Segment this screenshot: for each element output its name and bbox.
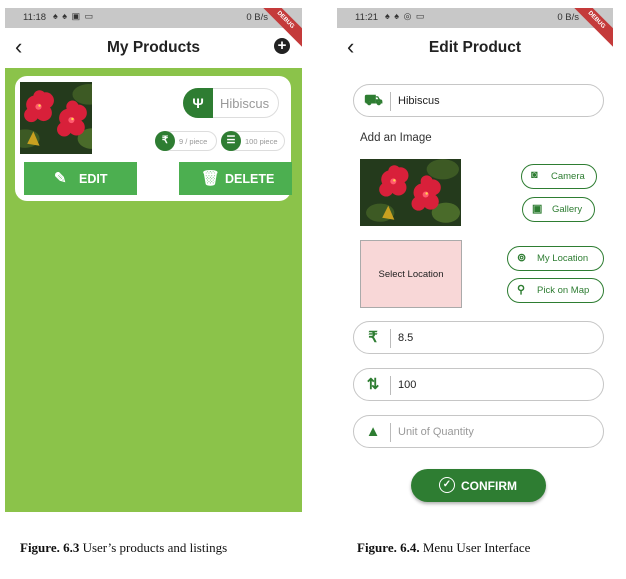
- pick-on-map-label: Pick on Map: [537, 285, 590, 296]
- app-bar: ‹ Edit Product: [337, 28, 613, 68]
- pick-on-map-button[interactable]: ⚲ Pick on Map: [507, 278, 604, 303]
- edit-button[interactable]: ✎ EDIT: [24, 162, 137, 195]
- map-pin-icon: ⚲: [517, 284, 526, 296]
- status-time: 11:21: [355, 12, 379, 23]
- price-field[interactable]: ₹: [353, 321, 604, 354]
- camera-label: Camera: [551, 171, 585, 182]
- status-bar: 11:21 ♠ ♠ ◎ ▭ 0 B/s DEBUG: [337, 8, 613, 50]
- image-preview: [360, 159, 461, 226]
- gallery-button[interactable]: ▣ Gallery: [522, 197, 595, 222]
- unit-field[interactable]: ▲: [353, 415, 604, 448]
- quantity-field[interactable]: ⇅: [353, 368, 604, 401]
- bed-icon: ⛟: [364, 92, 383, 109]
- unit-input[interactable]: [398, 426, 588, 438]
- product-card[interactable]: Ψ Hibiscus ₹ 9 / piece ☰ 100 piece ✎ EDI…: [15, 76, 292, 201]
- product-name: Hibiscus: [220, 96, 270, 111]
- rupee-icon: ₹: [155, 131, 175, 151]
- trash-icon: 🗑: [201, 170, 221, 187]
- camera-button[interactable]: ◙ Camera: [521, 164, 597, 189]
- edit-icon: ✎: [54, 170, 67, 187]
- caption-text: Menu User Interface: [419, 540, 531, 555]
- caption-label: Figure. 6.4.: [357, 540, 420, 555]
- restaurant-icon: Ψ: [183, 88, 213, 118]
- sort-icon: ⇅: [366, 376, 380, 393]
- product-name-chip: Ψ Hibiscus: [183, 88, 279, 118]
- add-image-label: Add an Image: [360, 132, 432, 144]
- caption-text: User’s products and listings: [79, 540, 228, 555]
- figure-caption-right: Figure. 6.4. Menu User Interface: [357, 540, 530, 556]
- price-input[interactable]: [398, 332, 588, 344]
- product-name-field[interactable]: ⛟: [353, 84, 604, 117]
- page-title: Edit Product: [428, 39, 522, 56]
- gallery-label: Gallery: [552, 204, 583, 215]
- price-chip: ₹ 9 / piece: [155, 131, 217, 151]
- status-time: 11:18: [23, 12, 47, 23]
- confirm-label: CONFIRM: [461, 479, 517, 493]
- edit-product-screen: 11:21 ♠ ♠ ◎ ▭ 0 B/s DEBUG ‹ Edit Product…: [337, 8, 613, 512]
- product-image: [20, 82, 92, 154]
- status-bar: 11:18 ♠ ♠ ▣ ▭ 0 B/s DEBUG: [5, 8, 302, 50]
- figure-caption-left: Figure. 6.3 User’s products and listings: [20, 540, 227, 556]
- check-circle-icon: ✓: [439, 477, 455, 493]
- weight-icon: ▲: [365, 423, 381, 440]
- my-location-label: My Location: [537, 253, 589, 264]
- quantity-input[interactable]: [398, 379, 588, 391]
- product-name-input[interactable]: [398, 95, 588, 107]
- my-products-screen: 11:18 ♠ ♠ ▣ ▭ 0 B/s DEBUG ‹ My Products …: [5, 8, 302, 512]
- confirm-button[interactable]: ✓ CONFIRM: [411, 469, 546, 502]
- notification-icons: ♠ ♠ ▣ ▭: [53, 11, 95, 21]
- caption-label: Figure. 6.3: [20, 540, 80, 555]
- notification-icons: ♠ ♠ ◎ ▭: [385, 11, 426, 21]
- select-location-box[interactable]: Select Location: [360, 240, 462, 308]
- rupee-icon: ₹: [368, 329, 378, 346]
- edit-label: EDIT: [79, 172, 108, 186]
- delete-button[interactable]: 🗑 DELETE: [179, 162, 292, 195]
- network-speed: 0 B/s: [557, 12, 579, 23]
- delete-label: DELETE: [225, 172, 275, 186]
- app-bar: ‹ My Products +: [5, 28, 302, 68]
- page-title: My Products: [106, 39, 200, 56]
- camera-icon: ◙: [531, 169, 538, 181]
- quantity-text: 100 piece: [245, 137, 278, 146]
- add-circle-icon[interactable]: +: [274, 38, 290, 54]
- gallery-icon: ▣: [532, 203, 543, 215]
- price-text: 9 / piece: [179, 137, 208, 146]
- my-location-icon: ⊚: [517, 252, 527, 264]
- products-list: Ψ Hibiscus ₹ 9 / piece ☰ 100 piece ✎ EDI…: [5, 68, 302, 512]
- my-location-button[interactable]: ⊚ My Location: [507, 246, 604, 271]
- network-speed: 0 B/s: [246, 12, 268, 23]
- quantity-chip: ☰ 100 piece: [221, 131, 285, 151]
- list-icon: ☰: [221, 131, 241, 151]
